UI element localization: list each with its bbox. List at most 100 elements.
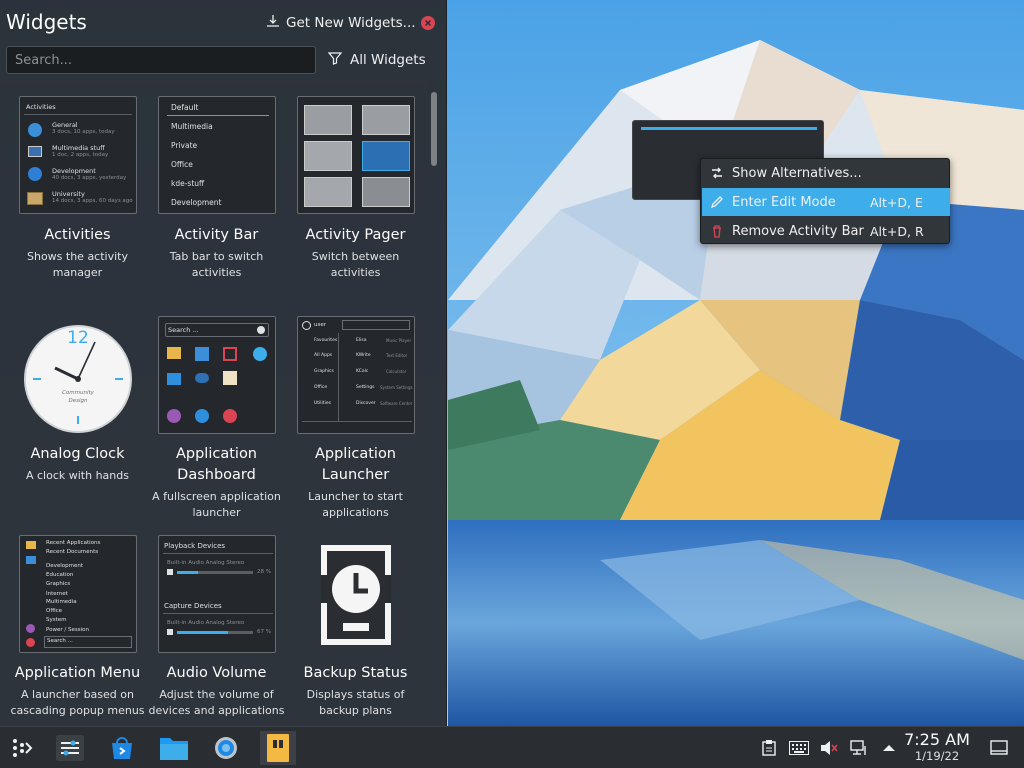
- widgets-sidebar: Widgets Get New Widgets... All Widgets A…: [0, 0, 447, 726]
- app-icon: [167, 373, 181, 385]
- capture-fill: [177, 631, 228, 634]
- digital-clock[interactable]: 7:25 AM 1/19/22: [900, 731, 974, 764]
- launcher-app-sub: Software Center: [380, 401, 413, 406]
- list-top-shadow: [0, 80, 430, 90]
- launcher-app-sub: System Settings: [380, 385, 413, 390]
- archive-icon[interactable]: [260, 731, 296, 765]
- tab-label: Private: [171, 141, 198, 150]
- app-icon: [167, 347, 181, 359]
- dolphin-folder-icon[interactable]: [156, 731, 192, 765]
- scrollbar-thumb[interactable]: [431, 92, 437, 166]
- widget-backup-status[interactable]: Backup Status Displays status of backup …: [278, 529, 417, 726]
- widget-desc: Shows the activity: [26, 250, 128, 263]
- tab-label: Office: [171, 160, 193, 169]
- recent-icon: [26, 541, 36, 549]
- capture-header: Capture Devices: [164, 602, 222, 610]
- menu-entry: Recent Documents: [46, 549, 99, 555]
- launcher-category: All Apps: [314, 353, 333, 358]
- widget-name: Activity Bar: [174, 227, 259, 243]
- system-settings-gear-icon[interactable]: [208, 731, 244, 765]
- launcher-app: Settings: [356, 385, 375, 390]
- menu-item-show-alternatives[interactable]: Show Alternatives...: [702, 159, 950, 187]
- menu-entry: Internet: [46, 591, 68, 597]
- widget-desc: A launcher based on: [21, 688, 134, 701]
- monitor-icon: [28, 146, 42, 157]
- widget-desc: manager: [52, 266, 103, 279]
- menu-entry: Recent Applications: [46, 540, 101, 546]
- menu-entry: Development: [46, 563, 84, 569]
- speaker-icon: [167, 569, 173, 575]
- settings-sliders-icon[interactable]: [52, 731, 88, 765]
- search-input[interactable]: [6, 46, 316, 74]
- app-icon: [223, 347, 237, 361]
- bottom-panel: 7:25 AM 1/19/22: [0, 726, 1024, 768]
- menu-item-label: Remove Activity Bar: [732, 223, 864, 239]
- kickoff-launcher-icon[interactable]: [4, 731, 40, 765]
- widget-name: Backup Status: [303, 665, 408, 681]
- launcher-app: KCalc: [356, 369, 369, 374]
- activity-sub: 40 docs, 3 apps, yesterday: [52, 175, 127, 181]
- tab-label: Default: [171, 103, 199, 112]
- widget-application-dashboard[interactable]: Search ... Application Dashboard A fulls…: [139, 310, 281, 520]
- close-icon[interactable]: [421, 16, 435, 30]
- sidebar-title: Widgets: [6, 10, 87, 34]
- keyboard-icon[interactable]: [788, 737, 810, 759]
- documents-icon: [26, 556, 36, 564]
- dashboard-preview: Search ...: [158, 316, 276, 434]
- widget-name: Audio Volume: [166, 665, 267, 681]
- alternatives-icon: [702, 166, 732, 180]
- app-icon: [223, 371, 237, 385]
- activities-preview: Activities General 3 docs, 10 apps, toda…: [19, 96, 137, 214]
- menu-item-enter-edit-mode[interactable]: Enter Edit Mode Alt+D, E: [702, 188, 950, 216]
- power-icon: [26, 638, 35, 647]
- widget-desc: launcher: [192, 506, 241, 519]
- get-new-widgets-button[interactable]: Get New Widgets...: [266, 14, 416, 32]
- playback-slider: [177, 571, 253, 574]
- widget-name: Launcher: [321, 467, 390, 483]
- widget-desc: activities: [330, 266, 381, 279]
- pencil-icon: [702, 195, 732, 209]
- activity-sub: 14 docs, 3 apps, 60 days ago: [52, 198, 133, 204]
- widget-activities[interactable]: Activities General 3 docs, 10 apps, toda…: [0, 90, 139, 290]
- globe-icon: [28, 123, 42, 137]
- widget-analog-clock[interactable]: 12 Community Design Analog Clock A clock…: [0, 310, 139, 520]
- activity-bar-preview: Default Multimedia Private Office kde-st…: [158, 96, 276, 214]
- app-icon: [167, 409, 181, 423]
- widget-desc: A clock with hands: [25, 469, 129, 482]
- discover-store-icon[interactable]: [104, 731, 140, 765]
- network-icon[interactable]: [848, 737, 870, 759]
- menu-entry: Education: [46, 572, 74, 578]
- widget-application-launcher[interactable]: user Favourites All Apps Graphics Office…: [278, 310, 417, 520]
- expand-tray-icon[interactable]: [878, 737, 900, 759]
- widget-activity-bar[interactable]: Default Multimedia Private Office kde-st…: [139, 90, 278, 290]
- launcher-app: Discover: [356, 401, 376, 406]
- launcher-category: Favourites: [314, 338, 338, 343]
- launcher-category: Graphics: [314, 369, 334, 374]
- widget-activity-pager[interactable]: Activity Pager Switch between activities: [278, 90, 417, 290]
- widget-audio-volume[interactable]: Playback Devices Built-in Audio Analog S…: [139, 529, 284, 726]
- menu-item-remove-activity-bar[interactable]: Remove Activity Bar Alt+D, R: [702, 217, 950, 245]
- widget-desc: applications: [322, 506, 389, 519]
- clock-brand: Community: [62, 390, 94, 396]
- playback-percent: 28 %: [257, 569, 271, 575]
- get-new-widgets-label: Get New Widgets...: [286, 15, 416, 31]
- launcher-app-sub: Text Editor: [386, 353, 408, 358]
- widget-desc: devices and applications: [148, 704, 285, 717]
- activity-title: University: [52, 190, 85, 198]
- filter-dropdown[interactable]: All Widgets: [327, 51, 426, 69]
- widget-application-menu[interactable]: Recent Applications Recent Documents Dev…: [0, 529, 145, 726]
- menu-search: Search ...: [47, 638, 73, 644]
- launcher-app-sub: Calculator: [386, 369, 407, 374]
- menu-entry: Graphics: [46, 581, 71, 587]
- launcher-app: Elisa: [356, 338, 367, 343]
- menu-entry: System: [46, 617, 67, 623]
- menu-item-shortcut: Alt+D, R: [870, 223, 924, 239]
- menu-entry: Power / Session: [46, 627, 89, 633]
- avatar: [302, 321, 311, 330]
- widget-desc: cascading popup menus: [10, 704, 145, 717]
- clipboard-icon[interactable]: [758, 737, 780, 759]
- show-desktop-icon[interactable]: [988, 737, 1010, 759]
- audio-muted-icon[interactable]: [818, 737, 840, 759]
- capture-device: Built-in Audio Analog Stereo: [167, 620, 245, 626]
- dashboard-search: Search ...: [168, 326, 199, 334]
